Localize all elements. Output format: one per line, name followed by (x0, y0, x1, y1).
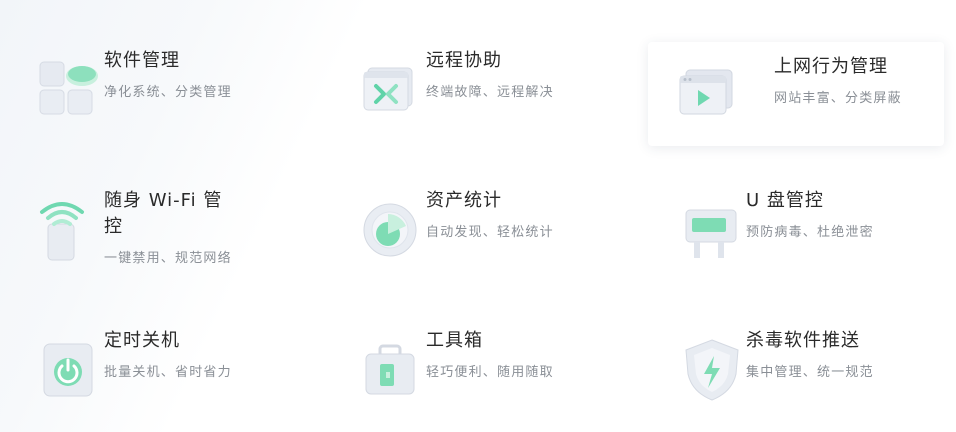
antivirus-push-icon (678, 334, 748, 404)
feature-card-remote[interactable]: 远程协助 终端故障、远程解决 (330, 36, 626, 140)
feature-desc: 网站丰富、分类屏蔽 (774, 91, 902, 106)
feature-desc: 批量关机、省时省力 (104, 365, 232, 380)
feature-card-antivirus[interactable]: 杀毒软件推送 集中管理、统一规范 (650, 316, 946, 420)
feature-title: 随身 Wi-Fi 管控 (104, 190, 223, 237)
feature-card-software[interactable]: 软件管理 净化系统、分类管理 (8, 36, 304, 140)
feature-title: 资产统计 (426, 190, 502, 211)
feature-title: U 盘管控 (746, 190, 824, 211)
feature-card-internet[interactable]: 上网行为管理 网站丰富、分类屏蔽 (648, 42, 944, 146)
feature-desc: 集中管理、统一规范 (746, 365, 874, 380)
feature-card-toolbox[interactable]: 工具箱 轻巧便利、随用随取 (330, 316, 626, 420)
feature-desc: 预防病毒、杜绝泄密 (746, 225, 874, 240)
asset-statistics-icon (358, 194, 428, 264)
remote-assist-icon (358, 54, 428, 124)
feature-desc: 自动发现、轻松统计 (426, 225, 554, 240)
feature-grid: 软件管理 净化系统、分类管理 远程协助 终端故障、远程解决 上网行为管理 网站丰… (0, 0, 956, 432)
feature-title: 工具箱 (426, 330, 483, 351)
scheduled-shutdown-icon (36, 334, 106, 404)
feature-title: 杀毒软件推送 (746, 330, 860, 351)
feature-desc: 一键禁用、规范网络 (104, 251, 232, 266)
internet-behavior-icon (674, 58, 744, 128)
feature-desc: 终端故障、远程解决 (426, 85, 554, 100)
feature-title: 上网行为管理 (774, 56, 888, 77)
feature-desc: 净化系统、分类管理 (104, 85, 232, 100)
feature-card-udisk[interactable]: U 盘管控 预防病毒、杜绝泄密 (650, 176, 946, 280)
usb-disk-icon (678, 194, 748, 264)
feature-card-asset[interactable]: 资产统计 自动发现、轻松统计 (330, 176, 626, 280)
feature-title: 远程协助 (426, 50, 502, 71)
feature-title: 定时关机 (104, 330, 180, 351)
toolbox-icon (358, 334, 428, 404)
portable-wifi-icon (36, 194, 106, 264)
software-management-icon (36, 54, 106, 124)
feature-desc: 轻巧便利、随用随取 (426, 365, 554, 380)
feature-card-wifi[interactable]: 随身 Wi-Fi 管控 一键禁用、规范网络 (8, 176, 304, 280)
feature-card-shutdown[interactable]: 定时关机 批量关机、省时省力 (8, 316, 304, 420)
feature-title: 软件管理 (104, 50, 180, 71)
